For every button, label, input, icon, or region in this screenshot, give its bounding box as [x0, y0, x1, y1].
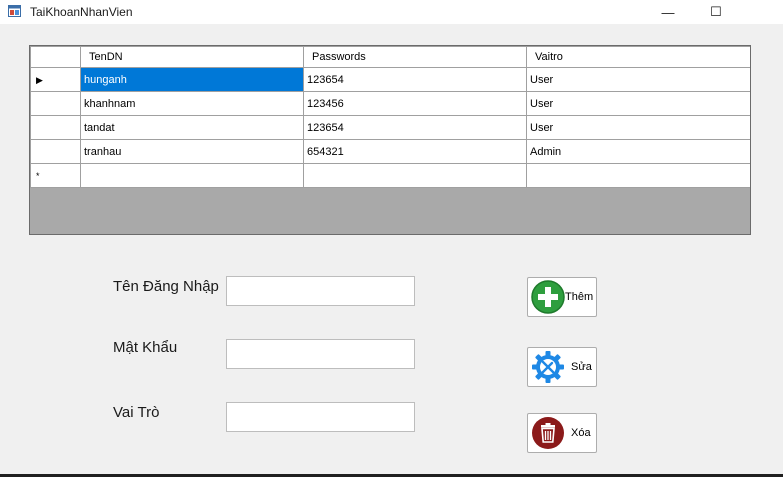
table-row[interactable]: tandat 123654 User: [30, 115, 750, 140]
minimize-button[interactable]: —: [645, 0, 691, 24]
header-row: TenDN Passwords Vaitro: [30, 46, 750, 68]
cell-vaitro[interactable]: User: [526, 91, 750, 116]
row-header-cell[interactable]: [30, 139, 81, 164]
cell-passwords[interactable]: 123654: [303, 67, 527, 92]
maximize-button[interactable]: ☐: [693, 0, 739, 24]
cell-tendn[interactable]: khanhnam: [80, 91, 304, 116]
cell-tendn[interactable]: hunganh: [80, 67, 304, 92]
add-button-label: Thêm: [565, 291, 594, 303]
row-header-cell[interactable]: ▶: [30, 67, 81, 92]
edit-button-label: Sửa: [571, 361, 592, 373]
username-label: Tên Đăng Nhập: [113, 278, 219, 295]
cell-tendn[interactable]: tranhau: [80, 139, 304, 164]
plus-icon: [531, 280, 565, 314]
cell-passwords[interactable]: 654321: [303, 139, 527, 164]
cell-vaitro[interactable]: [526, 163, 750, 188]
row-header-cell[interactable]: [30, 115, 81, 140]
username-input[interactable]: [226, 276, 415, 306]
role-input[interactable]: [226, 402, 415, 432]
table-row[interactable]: ▶ hunganh 123654 User: [30, 67, 750, 92]
title-bar: TaiKhoanNhanVien — ☐: [0, 0, 783, 24]
password-label: Mật Khẩu: [113, 339, 178, 356]
client-area: TenDN Passwords Vaitro ▶ hunganh 123654 …: [0, 24, 783, 477]
cell-vaitro[interactable]: Admin: [526, 139, 750, 164]
delete-button[interactable]: Xóa: [527, 413, 597, 453]
row-header-cell[interactable]: [30, 91, 81, 116]
maximize-icon: ☐: [710, 4, 722, 19]
cell-passwords[interactable]: [303, 163, 527, 188]
password-input[interactable]: [226, 339, 415, 369]
edit-button[interactable]: Sửa: [527, 347, 597, 387]
app-icon: [8, 5, 21, 17]
cell-tendn[interactable]: tandat: [80, 115, 304, 140]
column-header-vaitro[interactable]: Vaitro: [526, 46, 750, 68]
corner-header-cell[interactable]: [30, 46, 81, 68]
cell-passwords[interactable]: 123456: [303, 91, 527, 116]
new-row-icon: *: [36, 170, 40, 181]
column-header-passwords[interactable]: Passwords: [303, 46, 527, 68]
accounts-table: TenDN Passwords Vaitro ▶ hunganh 123654 …: [30, 46, 750, 188]
accounts-grid[interactable]: TenDN Passwords Vaitro ▶ hunganh 123654 …: [29, 45, 751, 235]
table-row[interactable]: tranhau 654321 Admin: [30, 139, 750, 164]
current-row-icon: ▶: [36, 74, 43, 85]
cell-vaitro[interactable]: User: [526, 115, 750, 140]
role-label: Vai Trò: [113, 404, 160, 421]
add-button[interactable]: Thêm: [527, 277, 597, 317]
new-row[interactable]: *: [30, 163, 750, 188]
minimize-icon: —: [661, 4, 675, 20]
row-header-cell[interactable]: *: [30, 163, 81, 188]
table-row[interactable]: khanhnam 123456 User: [30, 91, 750, 116]
delete-button-label: Xóa: [571, 427, 591, 439]
settings-tools-icon: [532, 351, 564, 383]
column-header-tendn[interactable]: TenDN: [80, 46, 304, 68]
cell-tendn[interactable]: [80, 163, 304, 188]
cell-vaitro[interactable]: User: [526, 67, 750, 92]
cell-passwords[interactable]: 123654: [303, 115, 527, 140]
trash-icon: [532, 417, 564, 449]
window-title: TaiKhoanNhanVien: [30, 5, 133, 19]
